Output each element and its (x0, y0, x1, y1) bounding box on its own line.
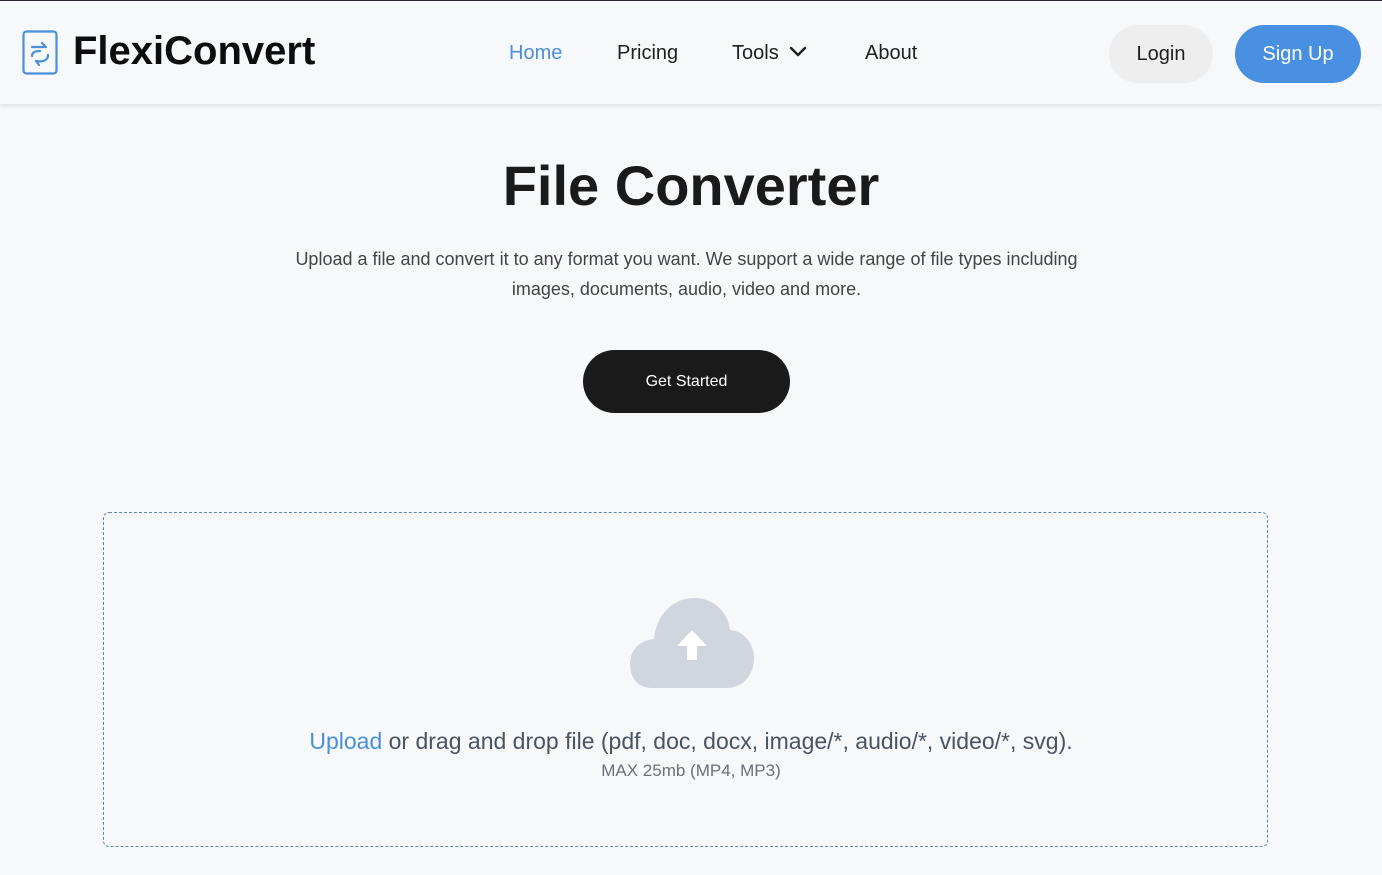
get-started-button[interactable]: Get Started (583, 350, 790, 413)
dropzone-instruction-text: or drag and drop file (pdf, doc, docx, i… (382, 728, 1073, 754)
nav-home[interactable]: Home (509, 40, 562, 66)
upload-size-limit: MAX 25mb (MP4, MP3) (601, 761, 781, 780)
login-button[interactable]: Login (1109, 25, 1213, 83)
nav-pricing[interactable]: Pricing (617, 40, 678, 66)
upload-link[interactable]: Upload (309, 728, 382, 754)
signup-button[interactable]: Sign Up (1235, 25, 1361, 83)
site-header: FlexiConvert Home Pricing Tools About Lo… (0, 1, 1382, 105)
brand-name[interactable]: FlexiConvert (73, 28, 315, 74)
cloud-upload-icon[interactable] (630, 598, 754, 690)
dropzone-instruction: Upload or drag and drop file (pdf, doc, … (0, 727, 1382, 755)
page-title: File Converter (502, 154, 880, 217)
nav-tools[interactable]: Tools (732, 40, 779, 66)
file-convert-icon[interactable] (22, 30, 58, 75)
hero-description: Upload a file and convert it to any form… (295, 249, 1078, 299)
nav-about[interactable]: About (865, 40, 917, 66)
chevron-down-icon[interactable] (789, 45, 807, 59)
